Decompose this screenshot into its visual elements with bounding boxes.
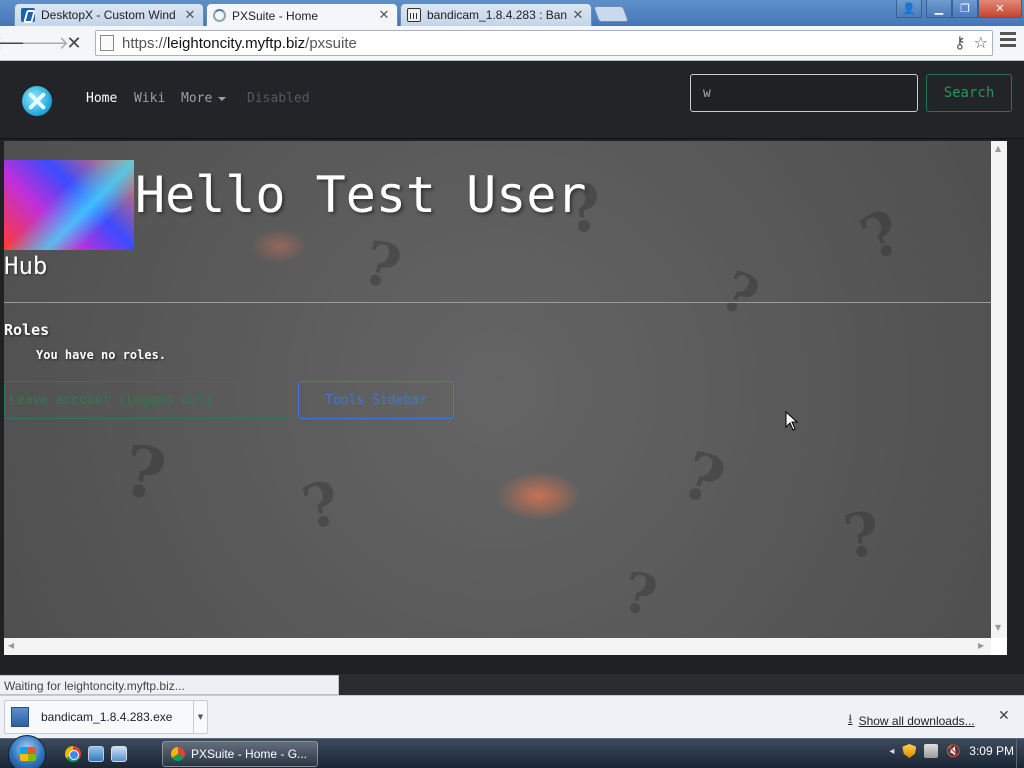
hub-heading: Hub [4,252,48,280]
tray-expand-icon[interactable]: ◂ [889,746,894,757]
brand-logo-icon[interactable] [22,86,52,116]
leave-account-button[interactable]: Leave account (Logged out) [4,381,290,419]
user-profile-icon[interactable]: 👤 [896,0,922,18]
roles-heading: Roles [4,321,50,339]
url-text[interactable]: https://leightoncity.myftp.biz/pxsuite [122,35,357,52]
roles-text: You have no roles. [36,348,167,362]
search-button[interactable]: Search [926,74,1012,112]
content-frame: ? ? ? ? ? ? ? ? ? ? Hello Test User Hub … [4,141,1007,655]
question-mark-decoration: ? [711,257,769,330]
desktop-quicklaunch-icon[interactable] [88,746,104,762]
caret-down-icon [218,96,227,101]
scroll-up-icon[interactable]: ▲ [995,144,1001,153]
chevron-down-icon[interactable]: ▼ [193,701,207,733]
tab-close-icon[interactable]: ✕ [571,8,585,23]
tab-title: bandicam_1.8.4.283 : Ban [427,8,568,22]
question-mark-decoration: ? [295,467,348,545]
question-mark-decoration: ? [117,428,172,517]
close-shelf-icon[interactable]: ✕ [998,708,1010,724]
loading-spinner-icon [213,9,226,22]
bank-favicon-icon [407,8,421,22]
question-mark-decoration: ? [850,196,913,276]
tab-pxsuite[interactable]: PXSuite - Home ✕ [206,3,398,27]
security-shield-icon[interactable] [902,744,917,758]
volume-muted-icon[interactable]: 🔇 [946,744,961,758]
page-viewport: Home Wiki More Disabled Search ? ? ? ? ?… [0,61,1024,674]
tab-title: DesktopX - Custom Wind [41,8,176,22]
download-icon: ⭳ [848,711,853,726]
taskbar-item-chrome[interactable]: PXSuite - Home - G... [162,741,318,767]
restore-button[interactable]: ❐ [952,0,978,18]
forward-arrow-icon[interactable]: 🡒 [21,30,69,56]
chrome-menu-icon[interactable] [1000,32,1016,50]
close-window-button[interactable]: ✕ [978,0,1022,18]
clock[interactable]: 3:09 PM [969,744,1014,758]
download-item[interactable]: bandicam_1.8.4.283.exe ▼ [4,700,208,734]
scroll-down-icon[interactable]: ▼ [995,623,1001,632]
installer-file-icon [11,707,29,727]
tab-close-icon[interactable]: ✕ [377,8,391,23]
address-bar[interactable]: https://leightoncity.myftp.biz/pxsuite ⚷… [95,30,993,56]
scroll-right-icon[interactable]: ▶ [978,641,984,650]
scroll-left-icon[interactable]: ◀ [8,641,14,650]
system-tray: ◂ 🔇 3:09 PM [889,744,1014,758]
search-input[interactable] [690,74,918,112]
nav-wiki[interactable]: Wiki [134,91,165,106]
question-mark-decoration: ? [617,558,663,629]
vertical-scrollbar[interactable]: ▲ ▼ [991,141,1007,638]
show-all-downloads-link[interactable]: ⭳ Show all downloads... [848,710,975,732]
browser-toolbar: 🡐 🡒 ✕ https://leightoncity.myftp.biz/pxs… [0,26,1024,61]
tab-close-icon[interactable]: ✕ [183,8,197,23]
nav-disabled: Disabled [247,91,310,106]
window-switcher-icon[interactable] [111,746,127,762]
status-bubble: Waiting for leightoncity.myftp.biz... [0,675,339,695]
question-mark-decoration: ? [355,227,408,305]
question-mark-decoration: ? [672,436,734,522]
new-tab-button[interactable] [593,6,629,22]
stop-loading-icon[interactable]: ✕ [61,30,87,56]
minimize-button[interactable]: ▁ [926,0,952,18]
browser-titlebar: DesktopX - Custom Wind ✕ PXSuite - Home … [0,0,1024,27]
download-filename: bandicam_1.8.4.283.exe [41,710,173,724]
desktopx-favicon-icon [21,8,35,22]
profile-banner-image [4,160,134,250]
tab-bandicam[interactable]: bandicam_1.8.4.283 : Ban ✕ [400,3,592,26]
page-icon [100,35,114,51]
nav-more-dropdown[interactable]: More [181,91,227,106]
site-navbar: Home Wiki More Disabled Search [0,61,1024,139]
chrome-quicklaunch-icon[interactable] [65,746,81,762]
start-button[interactable] [8,735,46,768]
key-icon[interactable]: ⚷ [954,33,966,52]
tools-sidebar-button[interactable]: Tools Sidebar [298,381,454,419]
divider [4,302,991,303]
content-panel: ? ? ? ? ? ? ? ? ? ? Hello Test User Hub … [4,141,991,638]
bookmark-star-icon[interactable]: ☆ [974,33,988,52]
action-center-icon[interactable] [924,744,939,758]
nav-home[interactable]: Home [86,91,117,106]
chrome-icon [171,747,185,761]
horizontal-scrollbar[interactable]: ◀ ▶ [4,638,991,655]
windows-taskbar: PXSuite - Home - G... ◂ 🔇 3:09 PM [0,735,1024,768]
tab-desktopx[interactable]: DesktopX - Custom Wind ✕ [14,3,204,26]
question-mark-decoration: ? [839,498,884,574]
show-desktop-button[interactable] [1016,739,1024,768]
page-title: Hello Test User [135,166,587,224]
downloads-shelf: bandicam_1.8.4.283.exe ▼ ⭳ Show all down… [0,695,1024,738]
tab-title: PXSuite - Home [232,8,319,23]
